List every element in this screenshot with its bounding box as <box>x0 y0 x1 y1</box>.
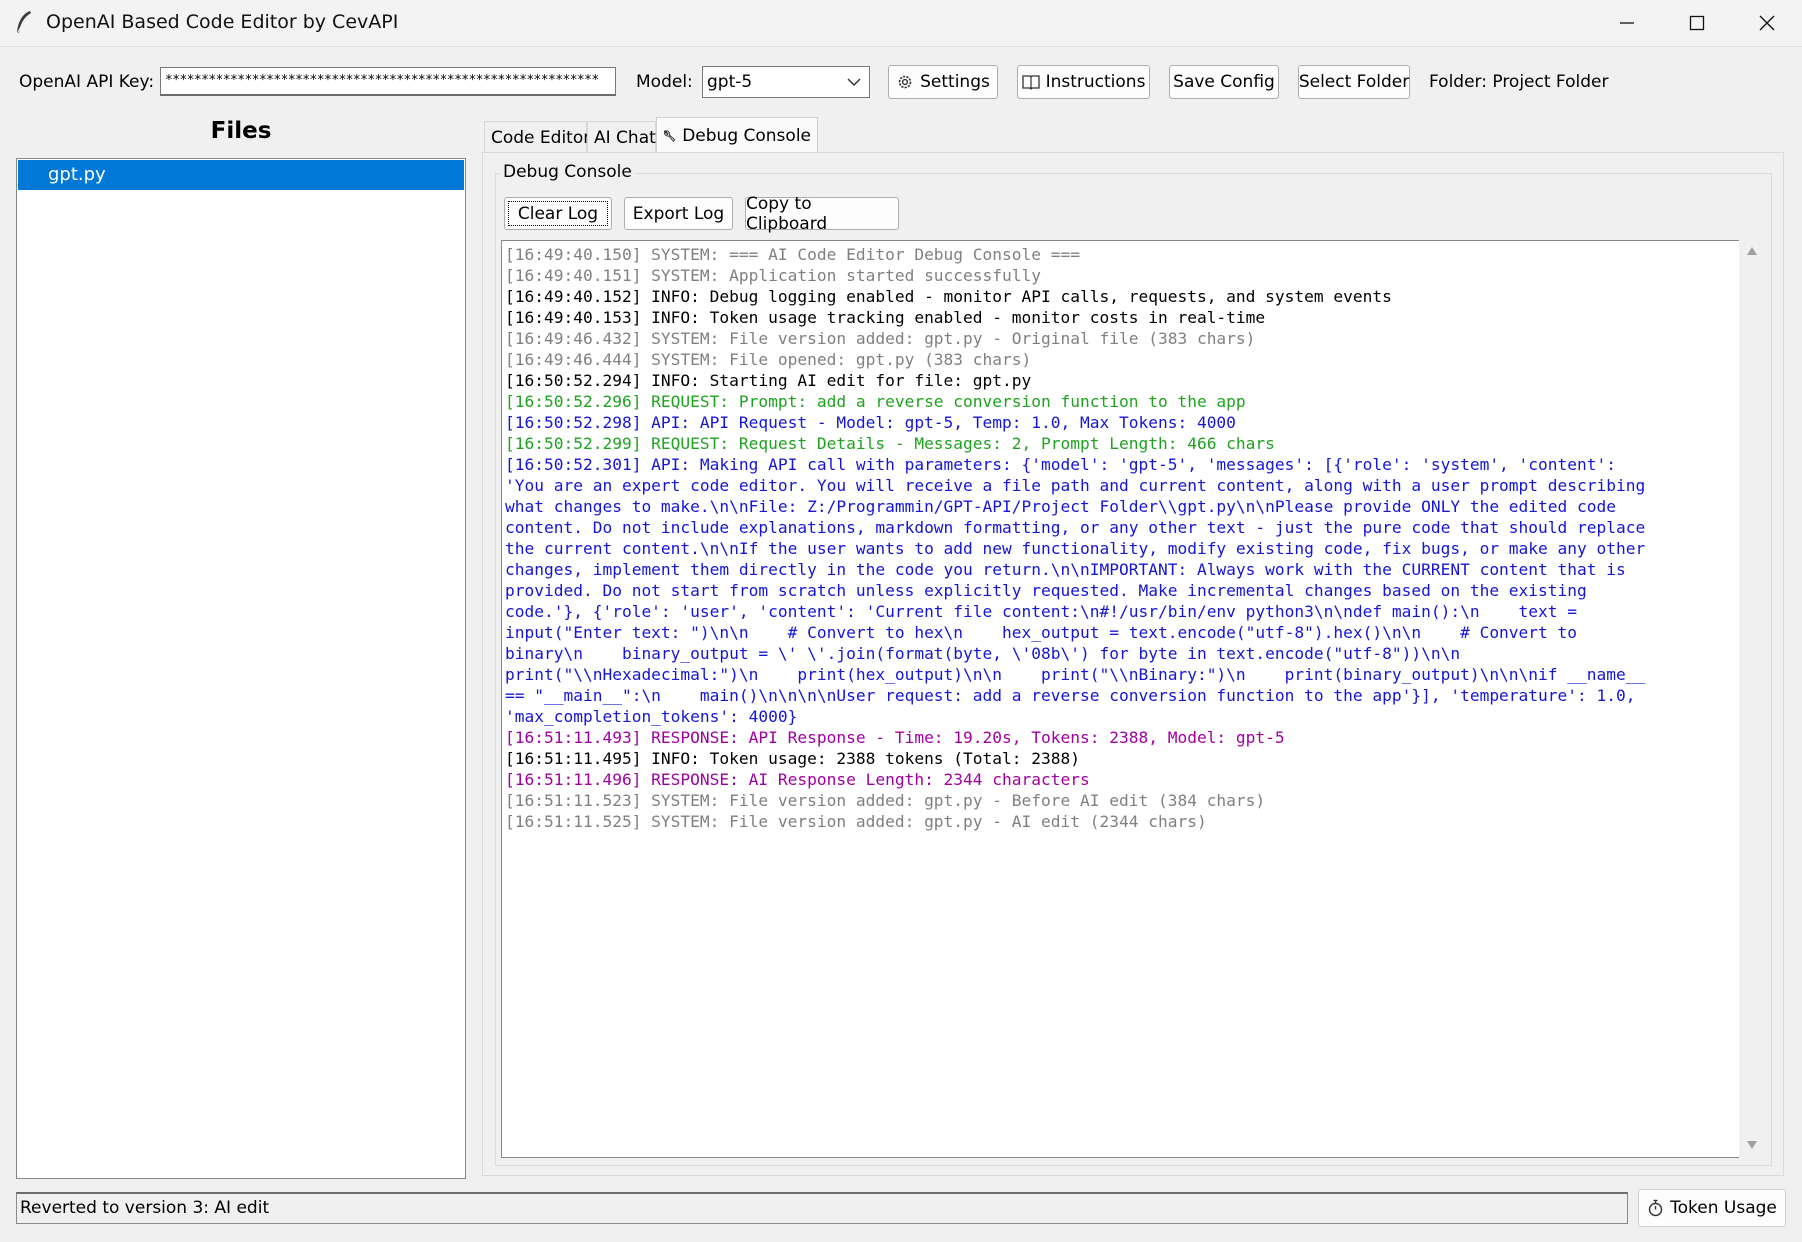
gear-icon <box>898 75 912 89</box>
maximize-icon <box>1689 15 1705 31</box>
wrench-icon <box>663 129 676 142</box>
debug-log-area[interactable]: [16:49:40.150] SYSTEM: === AI Code Edito… <box>501 240 1739 1158</box>
log-line-system: [16:49:40.151] SYSTEM: Application start… <box>505 266 1042 285</box>
stopwatch-icon <box>1648 1199 1663 1217</box>
tab-debug-console-label: Debug Console <box>682 125 811 146</box>
debug-console-group-label: Debug Console <box>500 162 635 182</box>
instructions-label: Instructions <box>1045 72 1146 92</box>
log-line-info: [16:50:52.294] INFO: Starting AI edit fo… <box>505 371 1032 390</box>
close-icon <box>1759 15 1775 31</box>
select-folder-button[interactable]: Select Folder <box>1298 65 1410 99</box>
clear-log-button[interactable]: Clear Log <box>504 197 612 230</box>
log-line-system: [16:49:46.444] SYSTEM: File opened: gpt.… <box>505 350 1032 369</box>
log-line-request: [16:50:52.299] REQUEST: Request Details … <box>505 434 1275 453</box>
log-line-system: [16:51:11.523] SYSTEM: File version adde… <box>505 791 1266 810</box>
model-label: Model: <box>636 72 693 92</box>
log-line-response: [16:51:11.493] RESPONSE: API Response - … <box>505 728 1285 747</box>
log-scrollbar[interactable] <box>1739 240 1765 1158</box>
log-line-info: [16:49:40.153] INFO: Token usage trackin… <box>505 308 1266 327</box>
log-line-api: [16:50:52.301] API: Making API call with… <box>505 455 1646 726</box>
folder-path-text: Folder: Project Folder <box>1429 72 1609 92</box>
model-select[interactable]: gpt-5 <box>702 66 870 98</box>
settings-button[interactable]: Settings <box>888 65 998 99</box>
status-bar: Reverted to version 3: AI edit <box>16 1192 1628 1224</box>
files-title: Files <box>210 118 272 144</box>
scroll-down-arrow-icon[interactable] <box>1746 1140 1758 1150</box>
model-select-value: gpt-5 <box>707 72 753 92</box>
tab-code-editor[interactable]: Code Editor <box>484 121 590 153</box>
close-button[interactable] <box>1732 0 1802 46</box>
instructions-button[interactable]: Instructions <box>1017 65 1150 99</box>
title-bar: OpenAI Based Code Editor by CevAPI <box>0 0 1802 47</box>
log-line-request: [16:50:52.296] REQUEST: Prompt: add a re… <box>505 392 1246 411</box>
log-line-api: [16:50:52.298] API: API Request - Model:… <box>505 413 1236 432</box>
log-line-info: [16:51:11.495] INFO: Token usage: 2388 t… <box>505 749 1080 768</box>
save-config-button[interactable]: Save Config <box>1169 65 1279 99</box>
log-line-info: [16:49:40.152] INFO: Debug logging enabl… <box>505 287 1392 306</box>
tab-ai-chat[interactable]: AI Chat <box>587 121 656 153</box>
copy-to-clipboard-button[interactable]: Copy to Clipboard <box>745 194 899 234</box>
api-key-input[interactable]: ****************************************… <box>160 67 616 96</box>
maximize-button[interactable] <box>1662 0 1732 46</box>
log-line-system: [16:49:40.150] SYSTEM: === AI Code Edito… <box>505 245 1080 264</box>
export-log-button[interactable]: Export Log <box>624 197 733 230</box>
token-usage-button[interactable]: Token Usage <box>1638 1189 1786 1227</box>
tab-debug-console[interactable]: Debug Console <box>656 117 818 153</box>
settings-label: Settings <box>920 72 990 92</box>
log-line-system: [16:51:11.525] SYSTEM: File version adde… <box>505 812 1207 831</box>
minimize-icon <box>1620 22 1634 24</box>
file-list[interactable]: gpt.py <box>16 158 466 1179</box>
chevron-down-icon[interactable] <box>845 67 863 97</box>
book-icon <box>1021 75 1040 90</box>
feather-icon <box>16 11 31 35</box>
minimize-button[interactable] <box>1592 0 1662 46</box>
scroll-up-arrow-icon[interactable] <box>1746 246 1758 256</box>
log-line-system: [16:49:46.432] SYSTEM: File version adde… <box>505 329 1256 348</box>
token-usage-label: Token Usage <box>1670 1198 1777 1218</box>
file-list-item[interactable]: gpt.py <box>18 160 464 190</box>
window-title: OpenAI Based Code Editor by CevAPI <box>46 11 399 33</box>
log-line-response: [16:51:11.496] RESPONSE: AI Response Len… <box>505 770 1090 789</box>
debug-log-text: [16:49:40.150] SYSTEM: === AI Code Edito… <box>505 244 1737 832</box>
api-key-label: OpenAI API Key: <box>19 72 155 92</box>
